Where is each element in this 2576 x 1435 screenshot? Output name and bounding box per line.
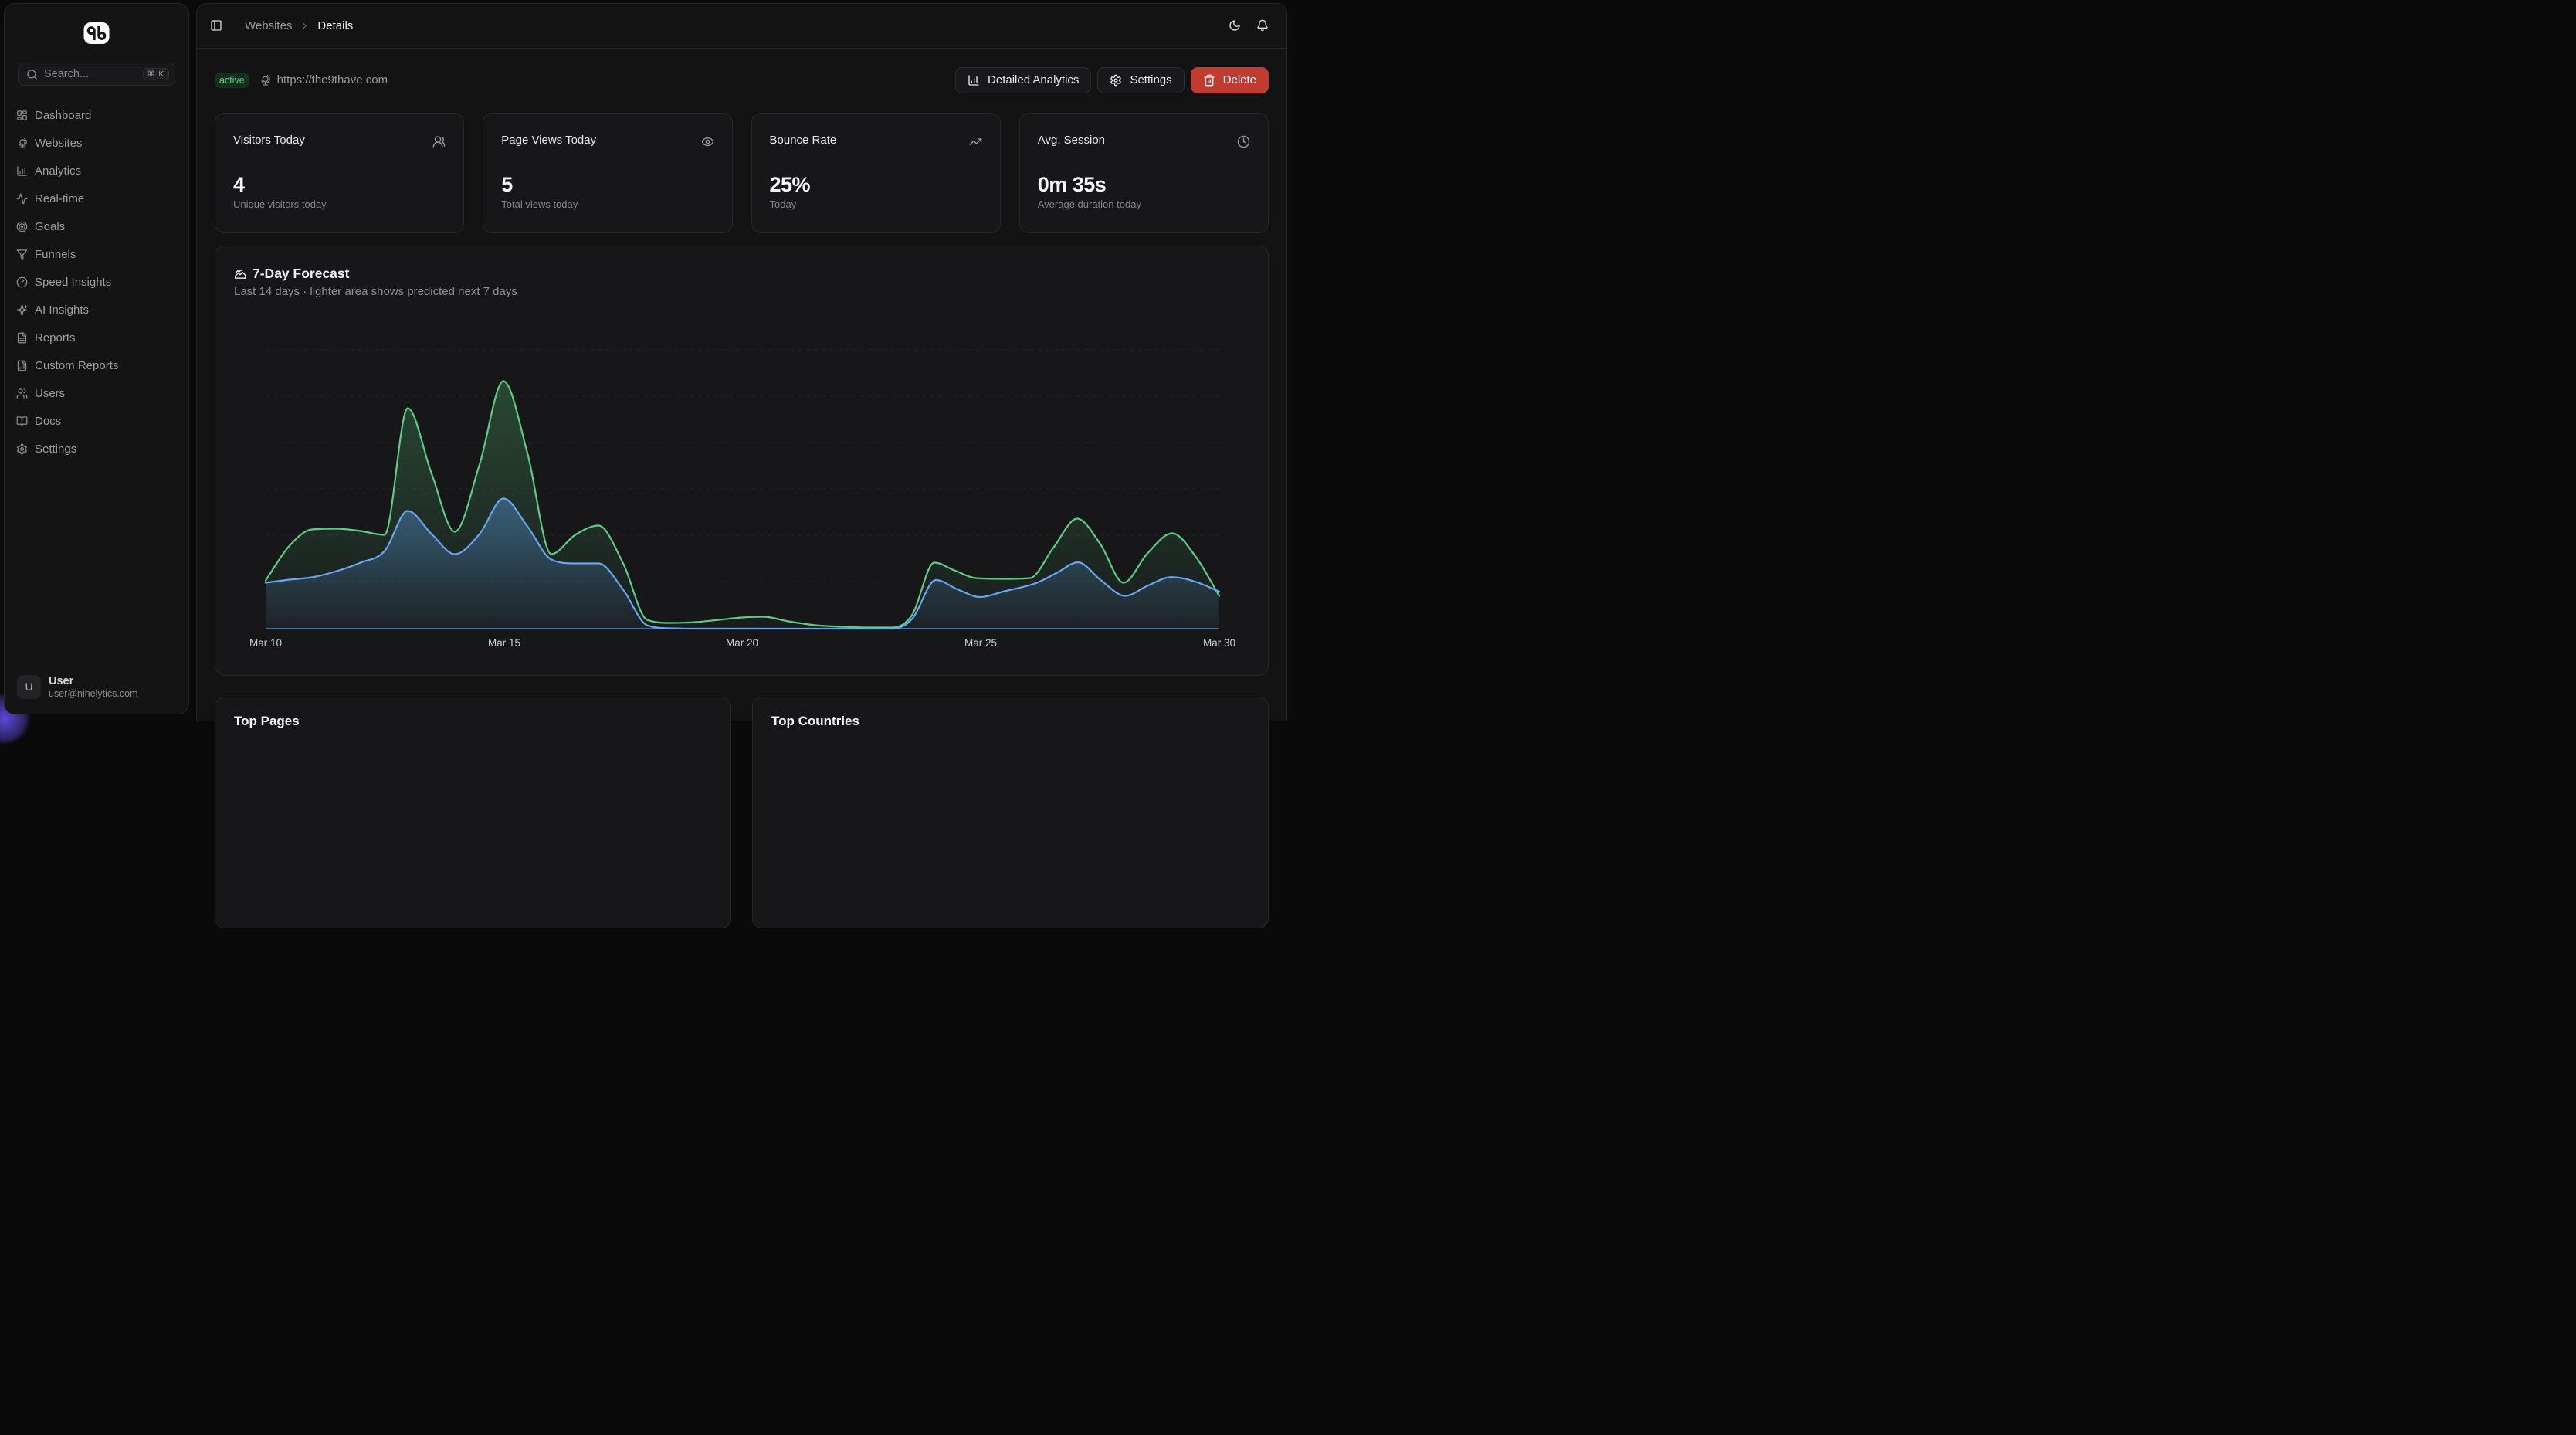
svg-text:Mar 25: Mar 25 <box>964 637 997 649</box>
svg-text:Mar 30: Mar 30 <box>1203 637 1235 649</box>
svg-text:Mar 15: Mar 15 <box>488 637 520 649</box>
svg-text:Mar 10: Mar 10 <box>249 637 282 649</box>
svg-text:Mar 20: Mar 20 <box>726 637 758 649</box>
